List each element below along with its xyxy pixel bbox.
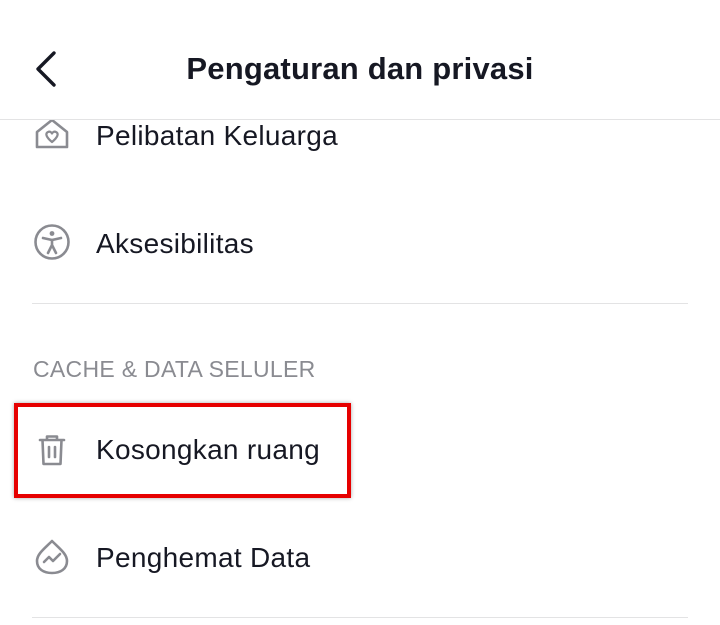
row-label-free-up-space: Kosongkan ruang bbox=[96, 434, 321, 465]
row-free-up-space[interactable]: Kosongkan ruang bbox=[0, 405, 720, 495]
page-title: Pengaturan dan privasi bbox=[186, 51, 534, 86]
family-home-icon bbox=[35, 118, 69, 149]
row-accessibility[interactable]: Aksesibilitas bbox=[0, 198, 720, 288]
divider bbox=[32, 303, 688, 304]
divider bbox=[32, 617, 688, 618]
header-bar: Pengaturan dan privasi bbox=[0, 0, 720, 120]
section-header-cache-data: CACHE & DATA SELULER bbox=[33, 356, 316, 382]
trash-icon bbox=[38, 435, 66, 466]
row-label-family-pairing: Pelibatan Keluarga bbox=[96, 120, 339, 151]
row-data-saver[interactable]: Penghemat Data bbox=[0, 513, 720, 603]
row-label-data-saver: Penghemat Data bbox=[96, 542, 311, 573]
accessibility-icon bbox=[34, 224, 70, 260]
row-label-accessibility: Aksesibilitas bbox=[96, 228, 254, 259]
data-saver-icon bbox=[35, 539, 69, 575]
